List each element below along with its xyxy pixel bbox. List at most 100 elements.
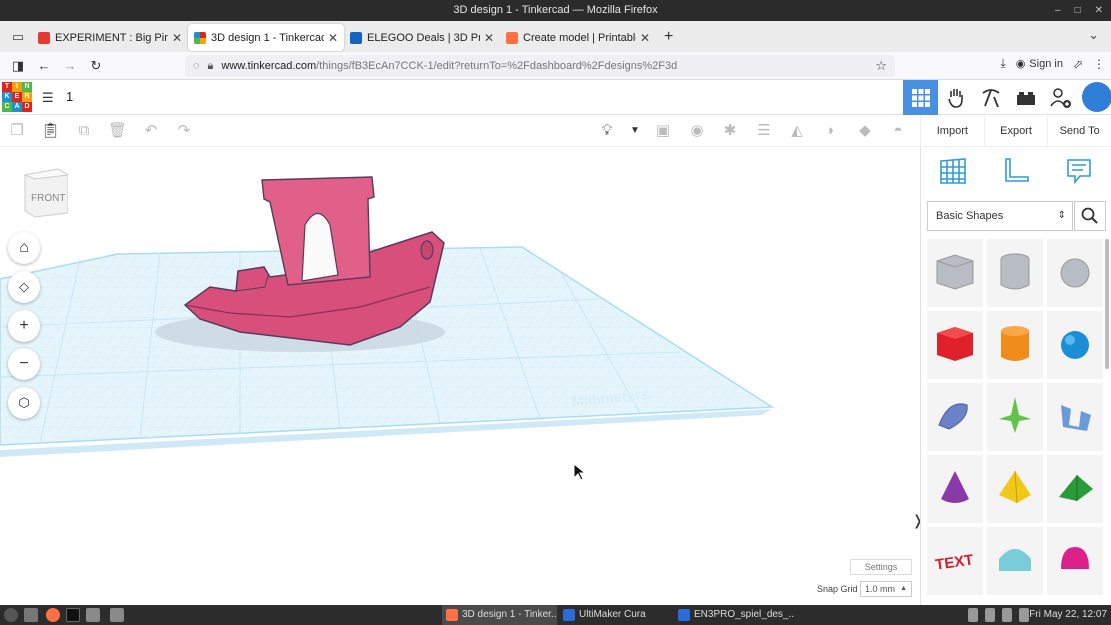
light-bulb-icon[interactable]: 💡︎ — [598, 122, 616, 140]
tab-elegoo[interactable]: ELEGOO Deals | 3D Printers ✕ — [344, 24, 500, 51]
notes-tool-icon[interactable] — [1063, 155, 1095, 187]
settings-button[interactable]: Settings — [850, 559, 912, 575]
forward-button[interactable]: → — [58, 58, 82, 73]
shape-wedge[interactable] — [1047, 455, 1103, 523]
zoom-out-button[interactable]: − — [8, 348, 40, 380]
delete-icon[interactable]: 🗑︎ — [108, 122, 127, 140]
shape-text[interactable]: TEXT — [927, 527, 983, 595]
group-view-icon[interactable]: ▣ — [654, 122, 672, 140]
duplicate-icon[interactable]: ⧉ — [75, 122, 93, 140]
shield-tray-icon[interactable] — [985, 608, 995, 622]
tab-overflow-icon[interactable]: ⌄ — [1088, 27, 1099, 43]
lock-icon[interactable]: 🔒︎ — [208, 60, 214, 73]
3d-design-mode-button[interactable] — [903, 80, 938, 115]
design-title[interactable]: 1 — [66, 89, 73, 104]
bricks-button[interactable] — [1008, 80, 1043, 115]
group-icon[interactable]: ◆ — [856, 122, 874, 140]
minimize-button[interactable]: – — [1055, 0, 1061, 21]
shape-sphere-hole[interactable] — [1047, 239, 1103, 307]
taskbar-task-document[interactable]: EN3PRO_spiel_des_... — [674, 605, 794, 625]
shape-pyramid[interactable] — [987, 455, 1043, 523]
sim-lab-button[interactable] — [938, 80, 973, 115]
ungroup-icon[interactable]: ◓ — [889, 122, 907, 140]
panel-scrollbar[interactable] — [1105, 239, 1109, 369]
show-all-icon[interactable]: ✱ — [721, 122, 739, 140]
fit-view-button[interactable]: ◇ — [8, 271, 40, 303]
tools-button[interactable] — [973, 80, 1008, 115]
chevron-down-icon[interactable]: ▼ — [626, 122, 644, 140]
shape-category-select[interactable]: Basic Shapes ⇕ — [927, 201, 1073, 231]
shape-scribble[interactable] — [927, 383, 983, 451]
zoom-in-button[interactable]: + — [8, 310, 40, 342]
list-all-tabs-icon[interactable]: ▭ — [4, 29, 32, 45]
taskbar-task-cura[interactable]: UltiMaker Cura — [559, 605, 674, 625]
send-to-button[interactable]: Send To — [1047, 115, 1111, 146]
close-tab-icon[interactable]: ✕ — [484, 31, 494, 45]
clock[interactable]: Fri May 22, 12:07 — [1029, 605, 1107, 625]
extensions-icon[interactable]: ⬀ — [1073, 57, 1083, 71]
undo-icon[interactable]: ↶ — [142, 122, 160, 140]
reload-button[interactable]: ↻ — [84, 58, 108, 74]
grid-icon — [911, 88, 930, 107]
clipboard-tray-icon[interactable] — [968, 608, 978, 622]
close-tab-icon[interactable]: ✕ — [640, 31, 650, 45]
user-avatar[interactable] — [1082, 82, 1111, 112]
tab-youtube[interactable]: EXPERIMENT : Big Pink Erup ✕ — [32, 24, 188, 51]
workplane-viewport[interactable]: Millimeters FRONT ⌂ ◇ + − ⬡ Settings Sna… — [0, 147, 920, 605]
back-button[interactable]: ← — [32, 58, 56, 73]
files-launcher-icon[interactable] — [86, 608, 100, 622]
volume-tray-icon[interactable] — [1019, 608, 1029, 622]
copy-icon[interactable]: ❐ — [8, 122, 26, 140]
start-menu-icon[interactable] — [4, 608, 18, 622]
shape-cone[interactable] — [927, 455, 983, 523]
shape-search-button[interactable] — [1074, 201, 1106, 231]
network-tray-icon[interactable] — [1002, 608, 1012, 622]
url-bar[interactable]: ◌ 🔒︎ www.tinkercad.com /things/fB3EcAn7C… — [185, 55, 895, 77]
close-window-button[interactable]: ✕ — [1095, 0, 1103, 21]
sign-in-button[interactable]: ◉ Sign in — [1016, 57, 1063, 71]
shape-cylinder[interactable] — [987, 311, 1043, 379]
shape-roof[interactable] — [987, 383, 1043, 451]
hide-icon[interactable]: ◉ — [688, 122, 706, 140]
invite-user-button[interactable] — [1043, 80, 1078, 115]
firefox-launcher-icon[interactable] — [46, 608, 60, 622]
tracking-protection-icon[interactable]: ◌ — [193, 60, 200, 72]
close-tab-icon[interactable]: ✕ — [328, 31, 338, 45]
mirror-icon[interactable]: ◭ — [788, 122, 806, 140]
shape-cylinder-hole[interactable] — [987, 239, 1043, 307]
terminal-launcher-icon[interactable] — [66, 608, 80, 622]
sidebar-icon[interactable]: ◨ — [6, 58, 30, 74]
home-view-button[interactable]: ⌂ — [8, 232, 40, 264]
download-icon[interactable]: ⤓ — [1000, 56, 1005, 71]
snap-grid-select[interactable]: 1.0 mm ▲ — [860, 581, 912, 597]
workplane-tool-icon[interactable] — [937, 155, 969, 187]
shape-sphere[interactable] — [1047, 311, 1103, 379]
ruler-tool-icon[interactable] — [1000, 155, 1032, 187]
perspective-button[interactable]: ⬡ — [8, 387, 40, 419]
tab-printables[interactable]: Create model | Printables.co ✕ — [500, 24, 656, 51]
view-cube[interactable]: FRONT — [22, 167, 70, 218]
shape-text-shape[interactable] — [1047, 383, 1103, 451]
show-desktop-icon[interactable] — [24, 608, 38, 622]
cruise-icon[interactable]: ◗ — [822, 122, 840, 140]
align-icon[interactable]: ☰ — [755, 122, 773, 140]
menu-icon[interactable]: ⋮ — [1093, 57, 1105, 71]
export-button[interactable]: Export — [983, 115, 1048, 146]
shape-paraboloid[interactable] — [1047, 527, 1103, 595]
files-launcher-icon[interactable] — [110, 608, 124, 622]
tab-tinkercad[interactable]: 3D design 1 - Tinkercad ✕ — [188, 24, 344, 51]
shape-box-hole[interactable] — [927, 239, 983, 307]
redo-icon[interactable]: ↷ — [175, 122, 193, 140]
tinkercad-logo[interactable]: TINKERCAD — [2, 82, 32, 112]
design-menu-icon[interactable]: ☰ — [42, 90, 54, 106]
bookmark-star-icon[interactable]: ☆ — [875, 58, 887, 74]
paste-icon[interactable]: 📋︎ — [41, 122, 60, 140]
maximize-button[interactable]: □ — [1075, 0, 1081, 21]
import-button[interactable]: Import — [920, 115, 984, 146]
shape-half-cylinder[interactable] — [987, 527, 1043, 595]
new-tab-button[interactable]: + — [664, 28, 673, 46]
taskbar-task-tinkercad[interactable]: 3D design 1 - Tinker... — [442, 605, 557, 625]
collapse-panel-chevron-icon[interactable]: ❭ — [912, 512, 920, 536]
shape-box[interactable] — [927, 311, 983, 379]
close-tab-icon[interactable]: ✕ — [172, 31, 182, 45]
